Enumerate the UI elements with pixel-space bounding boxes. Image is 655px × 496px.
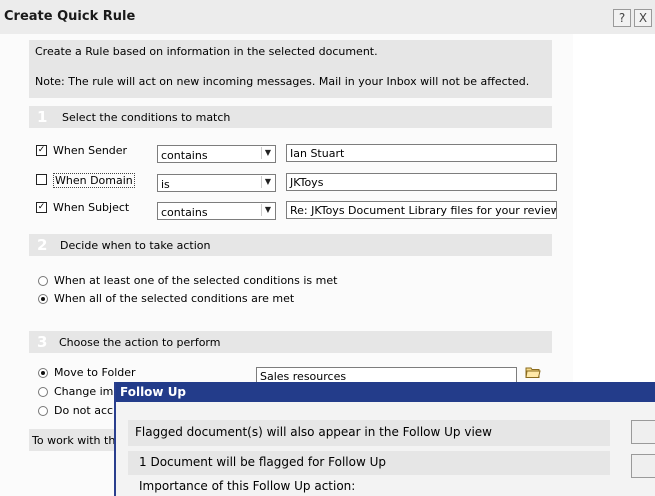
all-conditions-radio[interactable] <box>38 294 48 304</box>
chevron-down-icon: ▼ <box>261 147 274 159</box>
intro-line-1: Create a Rule based on information in th… <box>35 45 378 58</box>
follow-up-line-2: 1 Document will be flagged for Follow Up <box>139 455 387 469</box>
sender-checkbox[interactable]: ✓ <box>36 145 47 156</box>
chevron-down-icon: ▼ <box>261 176 274 188</box>
follow-up-info-box: Flagged document(s) will also appear in … <box>128 420 610 446</box>
window-title: Create Quick Rule <box>4 9 136 24</box>
any-condition-label: When at least one of the selected condit… <box>54 274 338 287</box>
sender-operator-value: contains <box>161 149 208 162</box>
close-button[interactable]: X <box>634 9 652 27</box>
all-conditions-label: When all of the selected conditions are … <box>54 292 295 305</box>
section-1-header: 1 Select the conditions to match <box>29 106 552 128</box>
follow-up-ok-button[interactable] <box>631 420 655 444</box>
section-2-number: 2 <box>37 236 48 254</box>
any-condition-radio[interactable] <box>38 276 48 286</box>
domain-value-text: JKToys <box>290 176 324 189</box>
subject-label: When Subject <box>53 201 130 214</box>
section-1-title: Select the conditions to match <box>62 111 231 124</box>
sender-value-input[interactable]: Ian Stuart <box>286 144 557 162</box>
subject-value-input[interactable]: Re: JKToys Document Library files for yo… <box>286 201 557 219</box>
subject-value-text: Re: JKToys Document Library files for yo… <box>290 204 557 217</box>
sender-label: When Sender <box>53 144 128 157</box>
intro-line-2: Note: The rule will act on new incoming … <box>35 75 530 88</box>
do-not-accept-radio[interactable] <box>38 406 48 416</box>
section-3-number: 3 <box>37 333 48 351</box>
follow-up-line-3: Importance of this Follow Up action: <box>139 479 356 493</box>
section-2-title: Decide when to take action <box>60 239 211 252</box>
help-button[interactable]: ? <box>613 9 631 27</box>
follow-up-count-box: 1 Document will be flagged for Follow Up <box>128 451 610 475</box>
follow-up-dialog: Follow Up Flagged document(s) will also … <box>114 382 655 496</box>
subject-operator-select[interactable]: contains ▼ <box>157 202 276 220</box>
domain-label: When Domain <box>53 173 135 188</box>
change-importance-label: Change im <box>54 385 114 398</box>
domain-operator-value: is <box>161 178 170 191</box>
domain-operator-select[interactable]: is ▼ <box>157 174 276 192</box>
move-to-folder-label: Move to Folder <box>54 366 136 379</box>
footer-text: To work with th <box>32 434 116 447</box>
chevron-down-icon: ▼ <box>261 204 274 216</box>
section-1-number: 1 <box>37 108 48 126</box>
footer-box: To work with th <box>29 429 119 451</box>
domain-checkbox[interactable] <box>36 174 47 185</box>
check-icon: ✓ <box>37 145 46 155</box>
subject-checkbox[interactable]: ✓ <box>36 202 47 213</box>
move-to-folder-radio[interactable] <box>38 368 48 378</box>
do-not-accept-label: Do not acc <box>54 404 114 417</box>
domain-value-input[interactable]: JKToys <box>286 173 557 191</box>
follow-up-title-bar: Follow Up <box>116 382 655 402</box>
follow-up-title: Follow Up <box>120 385 187 399</box>
section-3-header: 3 Choose the action to perform <box>29 331 552 353</box>
subject-operator-value: contains <box>161 206 208 219</box>
check-icon: ✓ <box>37 202 46 212</box>
section-2-header: 2 Decide when to take action <box>29 234 552 256</box>
folder-icon[interactable] <box>525 365 541 379</box>
sender-value-text: Ian Stuart <box>290 147 345 160</box>
change-importance-radio[interactable] <box>38 387 48 397</box>
sender-operator-select[interactable]: contains ▼ <box>157 145 276 163</box>
follow-up-cancel-button[interactable] <box>631 454 655 478</box>
section-3-title: Choose the action to perform <box>59 336 221 349</box>
title-bar: Create Quick Rule ? X <box>0 0 655 34</box>
follow-up-line-1: Flagged document(s) will also appear in … <box>135 425 492 439</box>
